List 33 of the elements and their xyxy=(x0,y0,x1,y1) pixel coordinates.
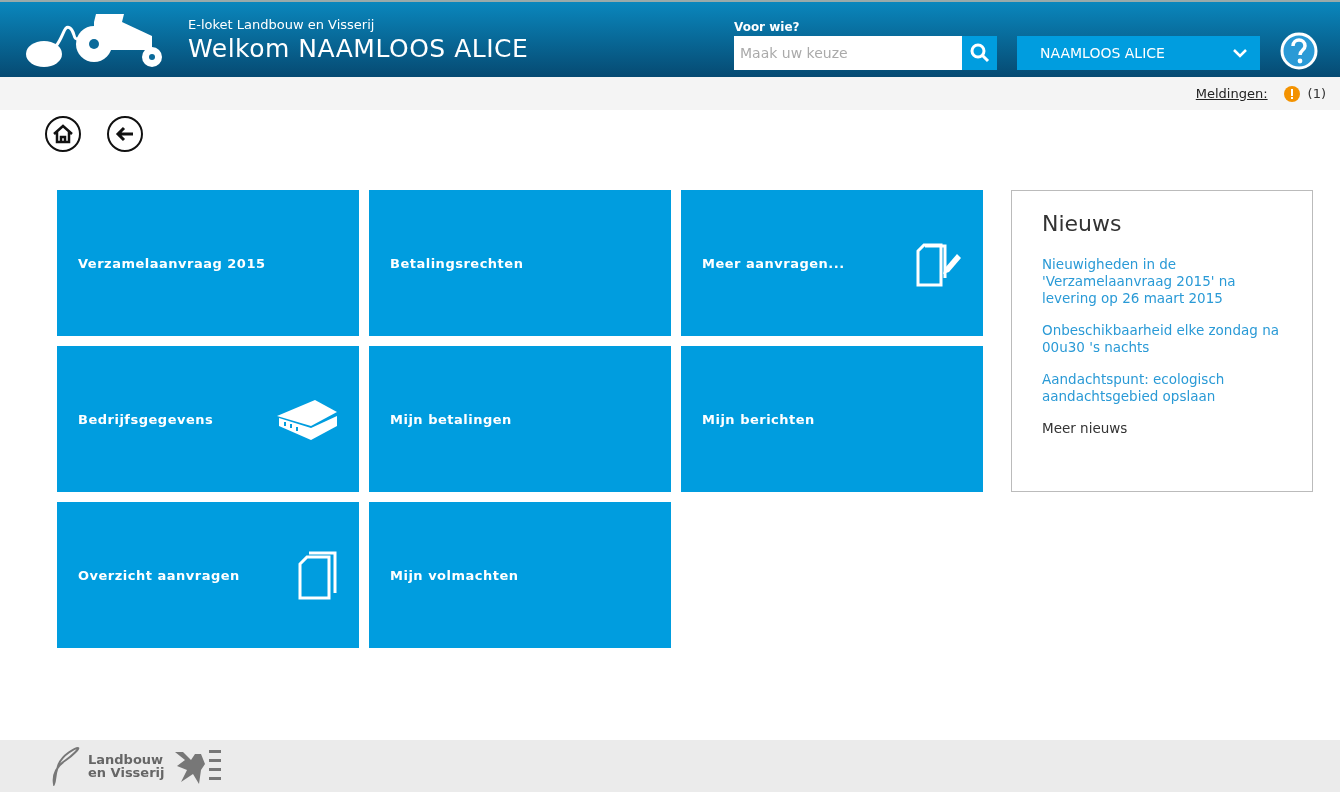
notification-count: (1) xyxy=(1307,86,1326,101)
warning-icon xyxy=(1283,85,1300,102)
arrow-left-icon xyxy=(115,126,135,142)
news-link[interactable]: Nieuwigheden in de 'Verzamelaanvraag 2015' na levering op 26 maart 2015 xyxy=(1042,256,1282,307)
menu-tile[interactable]: Mijn berichten xyxy=(681,346,983,492)
menu-tile[interactable]: Mijn volmachten xyxy=(369,502,671,648)
home-icon xyxy=(52,124,74,144)
notifications-link[interactable]: Meldingen: xyxy=(1195,86,1268,101)
documents-icon xyxy=(297,550,339,600)
more-news-link[interactable]: Meer nieuws xyxy=(1042,420,1282,436)
leaf-logo-icon xyxy=(50,746,82,786)
menu-tile[interactable]: Overzicht aanvragen xyxy=(57,502,359,648)
search-icon xyxy=(969,42,990,63)
chevron-down-icon xyxy=(1232,47,1248,58)
search-label: Voor wie? xyxy=(734,19,801,34)
home-button[interactable] xyxy=(45,116,81,152)
menu-tile[interactable]: Verzamelaanvraag 2015 xyxy=(57,190,359,336)
menu-tile[interactable]: Meer aanvragen... xyxy=(681,190,983,336)
welcome-title: Welkom NAAMLOOS ALICE xyxy=(188,33,529,63)
news-link[interactable]: Aandachtspunt: ecologisch aandachtsgebied opslaan xyxy=(1042,371,1282,405)
search-field[interactable]: Maak uw keuze xyxy=(734,35,962,70)
news-link[interactable]: Onbeschikbaarheid elke zondag na 00u30 's nachts xyxy=(1042,322,1282,356)
help-icon[interactable] xyxy=(1280,31,1318,70)
footer-logo-text: Landbouw en Visserij xyxy=(88,753,165,779)
search-button[interactable] xyxy=(962,35,997,70)
user-dropdown[interactable]: NAAMLOOS ALICE xyxy=(1017,35,1260,70)
news-title: Nieuws xyxy=(1042,211,1123,236)
menu-tile[interactable]: Bedrijfsgegevens xyxy=(57,346,359,492)
menu-tile[interactable]: Betalingsrechten xyxy=(369,190,671,336)
portal-subtitle: E-loket Landbouw en Visserij xyxy=(188,16,376,32)
back-button[interactable] xyxy=(107,116,143,152)
building-icon xyxy=(275,398,339,440)
menu-tile[interactable]: Mijn betalingen xyxy=(369,346,671,492)
